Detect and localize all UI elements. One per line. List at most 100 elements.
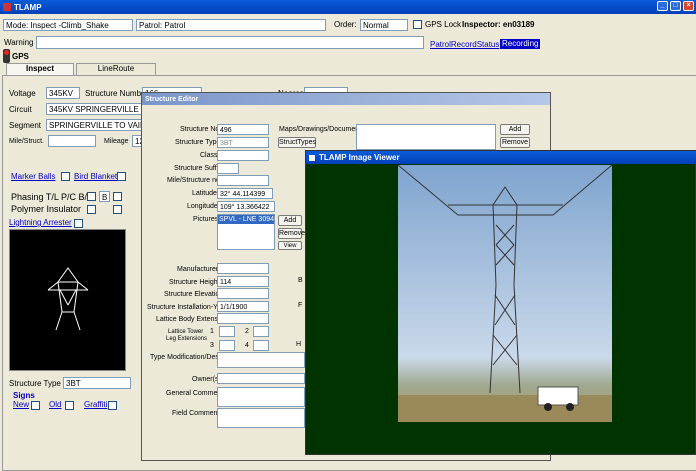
patrol-record-status-link[interactable]: PatrolRecordStatus (430, 40, 499, 50)
image-viewer-titlebar[interactable]: TLAMP Image Viewer (306, 151, 696, 164)
bird-blanket-link[interactable]: Bird Blanket (74, 172, 117, 182)
marker-balls-checkbox[interactable] (61, 172, 70, 181)
install-year-field[interactable]: 1/1/1900 (217, 301, 269, 312)
h-label: H (296, 341, 302, 348)
graffiti-checkbox[interactable] (108, 401, 117, 410)
segment-label: Segment (9, 121, 42, 130)
gps-label: GPS (12, 52, 29, 61)
gps-lock-checkbox[interactable] (413, 20, 422, 29)
general-comments-field[interactable] (217, 387, 305, 407)
height-label: Structure Height (169, 279, 220, 286)
editor-structure-type-label: Structure Type (175, 139, 221, 146)
order-field[interactable]: Normal (360, 19, 408, 31)
polymer-checkbox-1[interactable] (87, 205, 96, 214)
picture-view-button[interactable]: View (278, 241, 302, 250)
signs-new-link[interactable]: New (13, 400, 29, 410)
gps-light-icon (3, 49, 10, 63)
type-mod-field[interactable] (217, 352, 305, 368)
warning-field (36, 36, 424, 49)
leg-4-label: 4 (245, 342, 249, 349)
segment-field[interactable]: SPRINGERVILLE TO VAIL-3 (46, 119, 142, 131)
graffiti-link[interactable]: Graffiti (84, 400, 107, 410)
mile-structure-field[interactable] (217, 175, 269, 186)
image-viewer-app-icon (309, 154, 315, 161)
bird-blanket-checkbox[interactable] (117, 172, 126, 181)
close-icon[interactable]: × (683, 1, 694, 11)
pictures-label: Pictures (193, 216, 219, 223)
recording-badge: Recording (500, 39, 541, 49)
leg-3-label: 3 (210, 342, 214, 349)
elevation-label: Structure Elevation (164, 291, 224, 298)
elevation-field[interactable] (217, 288, 269, 299)
longitude-label: Longitude (187, 203, 218, 210)
tower-outline-icon (47, 267, 89, 331)
phasing-r-checkbox[interactable] (113, 192, 122, 201)
circuit-field[interactable]: 345KV SPRINGERVILLE TO VAIL (46, 103, 142, 115)
phasing-label: Phasing T/L P/C B/R (11, 192, 94, 202)
map-remove-button[interactable]: Remove (500, 137, 530, 148)
suffix-label: Structure Suffix (174, 165, 222, 172)
gps-lock-label: GPS Lock (425, 20, 462, 29)
tab-lineroute-label: LineRoute (97, 64, 135, 73)
longitude-field[interactable]: 109° 13.366422 (217, 201, 275, 212)
signs-old-checkbox[interactable] (65, 401, 74, 410)
structure-no-field[interactable]: 496 (217, 124, 269, 135)
lattice-body-field[interactable] (217, 313, 269, 324)
patrol-field: Patrol: Patrol (136, 19, 326, 31)
f-label: F (298, 302, 303, 309)
mileage-label: Mileage (104, 138, 129, 145)
minimize-icon[interactable]: _ (657, 1, 668, 11)
picture-item[interactable]: SPVL - LNE 3094 (218, 215, 274, 224)
lightning-arrester-checkbox[interactable] (74, 219, 83, 228)
manufacturer-label: Manufacturer (177, 266, 219, 273)
inspector-label: Inspector: en03189 (462, 20, 535, 29)
maps-label: Maps/Drawings/Documents (279, 126, 365, 133)
leg-4-field[interactable] (253, 340, 269, 351)
install-year-label: Structure Installation-Year (147, 304, 228, 311)
image-viewer-title: TLAMP Image Viewer (319, 153, 400, 162)
manufacturer-field[interactable] (217, 263, 269, 274)
voltage-field[interactable]: 345KV (46, 87, 80, 99)
signs-old-link[interactable]: Old (49, 400, 61, 410)
tab-inspect[interactable]: Inspect (6, 63, 74, 75)
structure-editor-titlebar[interactable]: Structure Editor (142, 93, 550, 105)
map-add-button[interactable]: Add (500, 124, 530, 135)
field-comments-field[interactable] (217, 408, 305, 428)
leg-3-field[interactable] (219, 340, 235, 351)
app-icon (3, 3, 11, 11)
structure-editor-title: Structure Editor (145, 95, 199, 103)
polymer-checkbox-2[interactable] (113, 205, 122, 214)
maximize-icon[interactable]: □ (670, 1, 681, 11)
structure-diagram (9, 229, 126, 371)
mile-struct-field[interactable] (48, 135, 96, 147)
phasing-b-field[interactable]: B (99, 191, 110, 202)
phasing-t-checkbox[interactable] (87, 192, 96, 201)
latitude-field[interactable]: 32° 44.114399 (217, 188, 273, 199)
transmission-tower-image (398, 165, 612, 422)
tab-lineroute[interactable]: LineRoute (76, 63, 156, 75)
type-mod-label: Type Modification/Desc. (150, 354, 225, 361)
class-field[interactable] (217, 150, 269, 161)
suffix-field[interactable] (217, 163, 239, 174)
leg-1-label: 1 (210, 328, 214, 335)
picture-add-button[interactable]: Add (278, 215, 302, 226)
leg-2-field[interactable] (253, 326, 269, 337)
owner-field[interactable] (217, 373, 305, 384)
leg-2-label: 2 (245, 328, 249, 335)
structure-no-label: Structure No (180, 126, 220, 133)
picture-remove-button[interactable]: Remove (278, 228, 305, 239)
editor-structure-type-field[interactable]: 3BT (217, 137, 269, 148)
tower-photo (398, 165, 612, 422)
struct-types-button[interactable]: StructTypes (278, 137, 316, 148)
marker-balls-link[interactable]: Marker Balls (11, 172, 55, 182)
height-field[interactable]: 114 (217, 276, 269, 287)
structure-type-field[interactable]: 3BT (63, 377, 131, 389)
leg-1-field[interactable] (219, 326, 235, 337)
structure-type-label: Structure Type (9, 379, 61, 388)
lightning-arrester-link[interactable]: Lightning Arrester (9, 218, 72, 228)
signs-new-checkbox[interactable] (31, 401, 40, 410)
pictures-list[interactable]: SPVL - LNE 3094 (217, 214, 275, 250)
polymer-label: Polymer Insulator (11, 204, 82, 214)
maps-list[interactable] (356, 124, 496, 150)
mile-structure-label: Mile/Structure no. (167, 177, 222, 184)
